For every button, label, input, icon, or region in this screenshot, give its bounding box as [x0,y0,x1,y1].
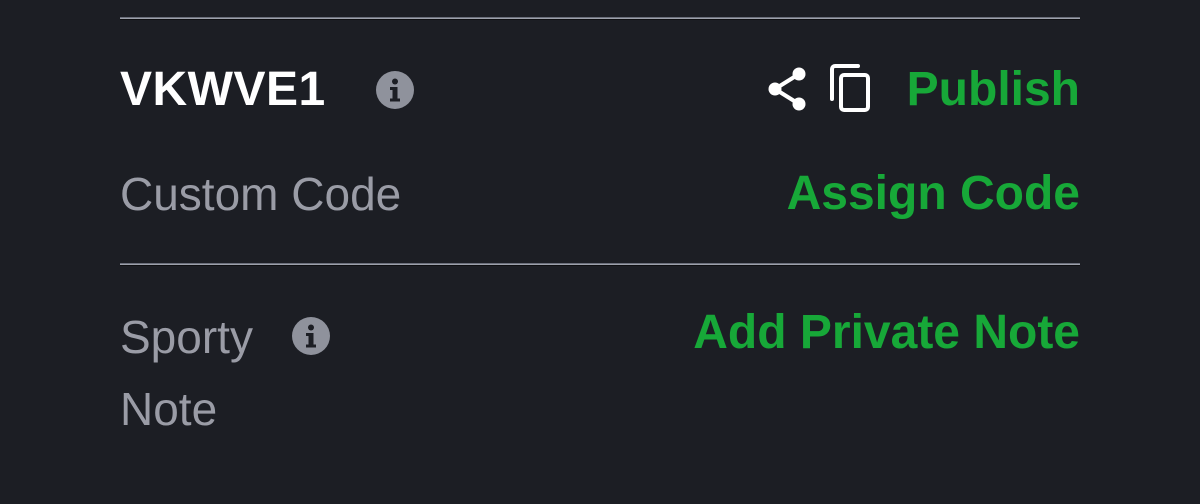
share-icon[interactable] [766,66,808,112]
top-divider [120,17,1080,20]
booking-code-row: VKWVE1 Publish [120,58,1080,122]
assign-code-button[interactable]: Assign Code [787,162,1080,226]
custom-code-label: Custom Code [120,168,402,220]
section-divider [120,263,1080,266]
add-private-note-button[interactable]: Add Private Note [693,301,1080,365]
custom-code-row: Custom Code Assign Code [120,162,1080,226]
copy-icon[interactable] [828,63,872,113]
info-icon[interactable] [292,317,330,355]
info-icon[interactable] [376,71,414,109]
publish-button[interactable]: Publish [907,58,1080,122]
booking-code: VKWVE1 [120,63,326,116]
sporty-note-label-line2: Note [120,383,218,435]
sporty-note-row: Sporty Note Add Private Note [120,301,1080,441]
booking-code-panel: VKWVE1 Publish Custom Code Assign Code S… [0,0,1200,504]
